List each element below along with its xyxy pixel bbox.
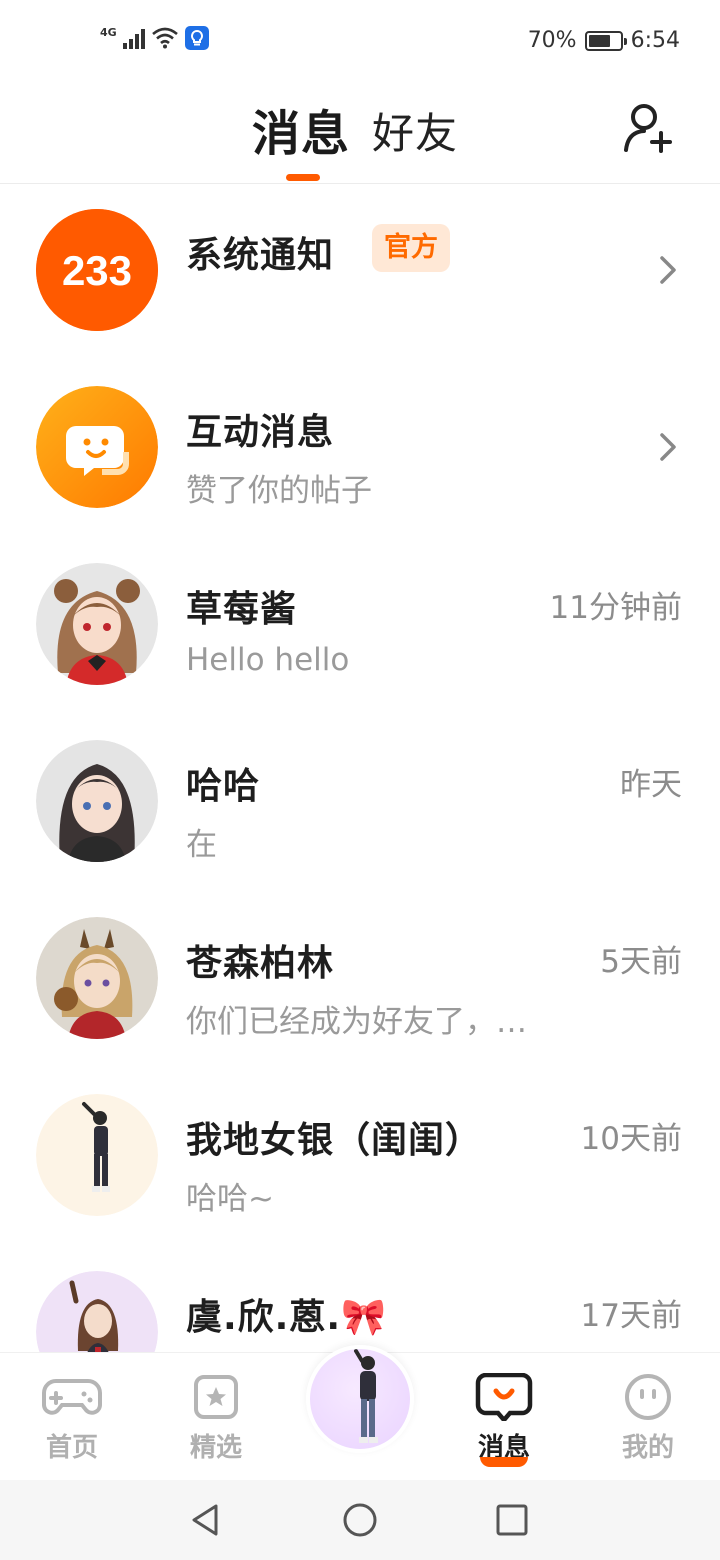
tab-active-indicator [286, 174, 320, 181]
conversation-name: 哈哈 [186, 766, 261, 807]
list-item-system-notification[interactable]: 233 系统通知 官方 [0, 182, 720, 359]
list-item-conversation[interactable]: 我地女银（闺闺） 哈哈~ 10天前 [0, 1067, 720, 1244]
conversation-time: 5天前 [600, 944, 682, 980]
battery-fill [588, 34, 610, 47]
tab-messages[interactable]: 消息 [252, 94, 350, 164]
list-item-conversation[interactable]: 虞.欣.蒽.🎀 17天前 [0, 1244, 720, 1352]
message-bubble-icon [475, 1373, 533, 1421]
battery-percent: 70% [527, 28, 577, 53]
clock: 6:54 [630, 28, 680, 53]
conversation-preview: Hello hello [186, 642, 350, 678]
conversation-name: 系统通知 [186, 235, 335, 276]
conversation-list: 233 系统通知 官方 互动消息 赞了你的帖子 草莓酱 Hello hello … [0, 182, 720, 1352]
nav-mine-label: 我的 [621, 1433, 674, 1463]
list-item-conversation[interactable]: 苍森柏林 你们已经成为好友了，… 5天前 [0, 890, 720, 1067]
conversation-preview: 你们已经成为好友了，… [186, 1004, 527, 1040]
recents-square-icon[interactable] [494, 1502, 530, 1538]
smiley-face-icon [625, 1374, 671, 1420]
user-avatar [36, 563, 158, 685]
system-avatar-text: 233 [62, 247, 132, 294]
home-circle-icon[interactable] [342, 1502, 378, 1538]
status-right: 70% 6:54 [528, 28, 680, 53]
list-item-interaction-messages[interactable]: 互动消息 赞了你的帖子 [0, 359, 720, 536]
gamepad-icon [42, 1379, 102, 1415]
header: 消息 好友 [0, 84, 720, 184]
conversation-name: 苍森柏林 [186, 943, 335, 984]
system-avatar: 233 [36, 209, 158, 331]
network-type: 4G [100, 25, 117, 39]
nav-home[interactable]: 首页 [12, 1353, 132, 1481]
nav-mine[interactable]: 我的 [588, 1353, 708, 1481]
official-badge: 官方 [372, 224, 450, 272]
chevron-right-icon [660, 433, 676, 461]
nav-home-label: 首页 [45, 1433, 98, 1463]
app-notification-icon [184, 26, 209, 50]
featured-star-icon [194, 1375, 238, 1419]
list-item-conversation[interactable]: 草莓酱 Hello hello 11分钟前 [0, 536, 720, 713]
user-avatar [36, 740, 158, 862]
conversation-name: 草莓酱 [186, 589, 298, 630]
chevron-right-icon [660, 256, 676, 284]
add-friend-icon[interactable] [622, 100, 674, 154]
conversation-preview: 赞了你的帖子 [186, 473, 372, 509]
conversation-preview: 在 [186, 827, 217, 863]
signal-icon [122, 27, 145, 49]
user-avatar [36, 1271, 158, 1352]
user-avatar [36, 917, 158, 1039]
status-bar: 4G 70% 6:54 [0, 0, 720, 84]
back-triangle-icon[interactable] [188, 1502, 224, 1538]
interaction-avatar [36, 386, 158, 508]
conversation-time: 17天前 [580, 1298, 682, 1334]
status-left: 4G [100, 26, 209, 50]
battery-icon [584, 30, 627, 51]
character-avatar [354, 1349, 378, 1443]
bottom-navigation: 首页 精选 消息 我的 [0, 1345, 720, 1481]
user-avatar [36, 1094, 158, 1216]
nav-active-indicator [480, 1457, 528, 1467]
system-navigation-bar [0, 1480, 720, 1560]
conversation-time: 11分钟前 [549, 590, 682, 626]
conversation-time: 10天前 [580, 1121, 682, 1157]
nav-featured[interactable]: 精选 [156, 1353, 276, 1481]
wifi-icon [151, 27, 178, 49]
conversation-name: 互动消息 [186, 412, 335, 453]
conversation-name: 我地女银（闺闺） [186, 1120, 483, 1161]
list-item-conversation[interactable]: 哈哈 在 昨天 [0, 713, 720, 890]
nav-avatar-button[interactable] [306, 1345, 414, 1453]
tab-friends[interactable]: 好友 [372, 100, 458, 161]
conversation-preview: 哈哈~ [186, 1181, 274, 1217]
nav-featured-label: 精选 [189, 1433, 242, 1463]
conversation-name: 虞.欣.蒽.🎀 [186, 1297, 387, 1338]
conversation-time: 昨天 [620, 767, 682, 803]
